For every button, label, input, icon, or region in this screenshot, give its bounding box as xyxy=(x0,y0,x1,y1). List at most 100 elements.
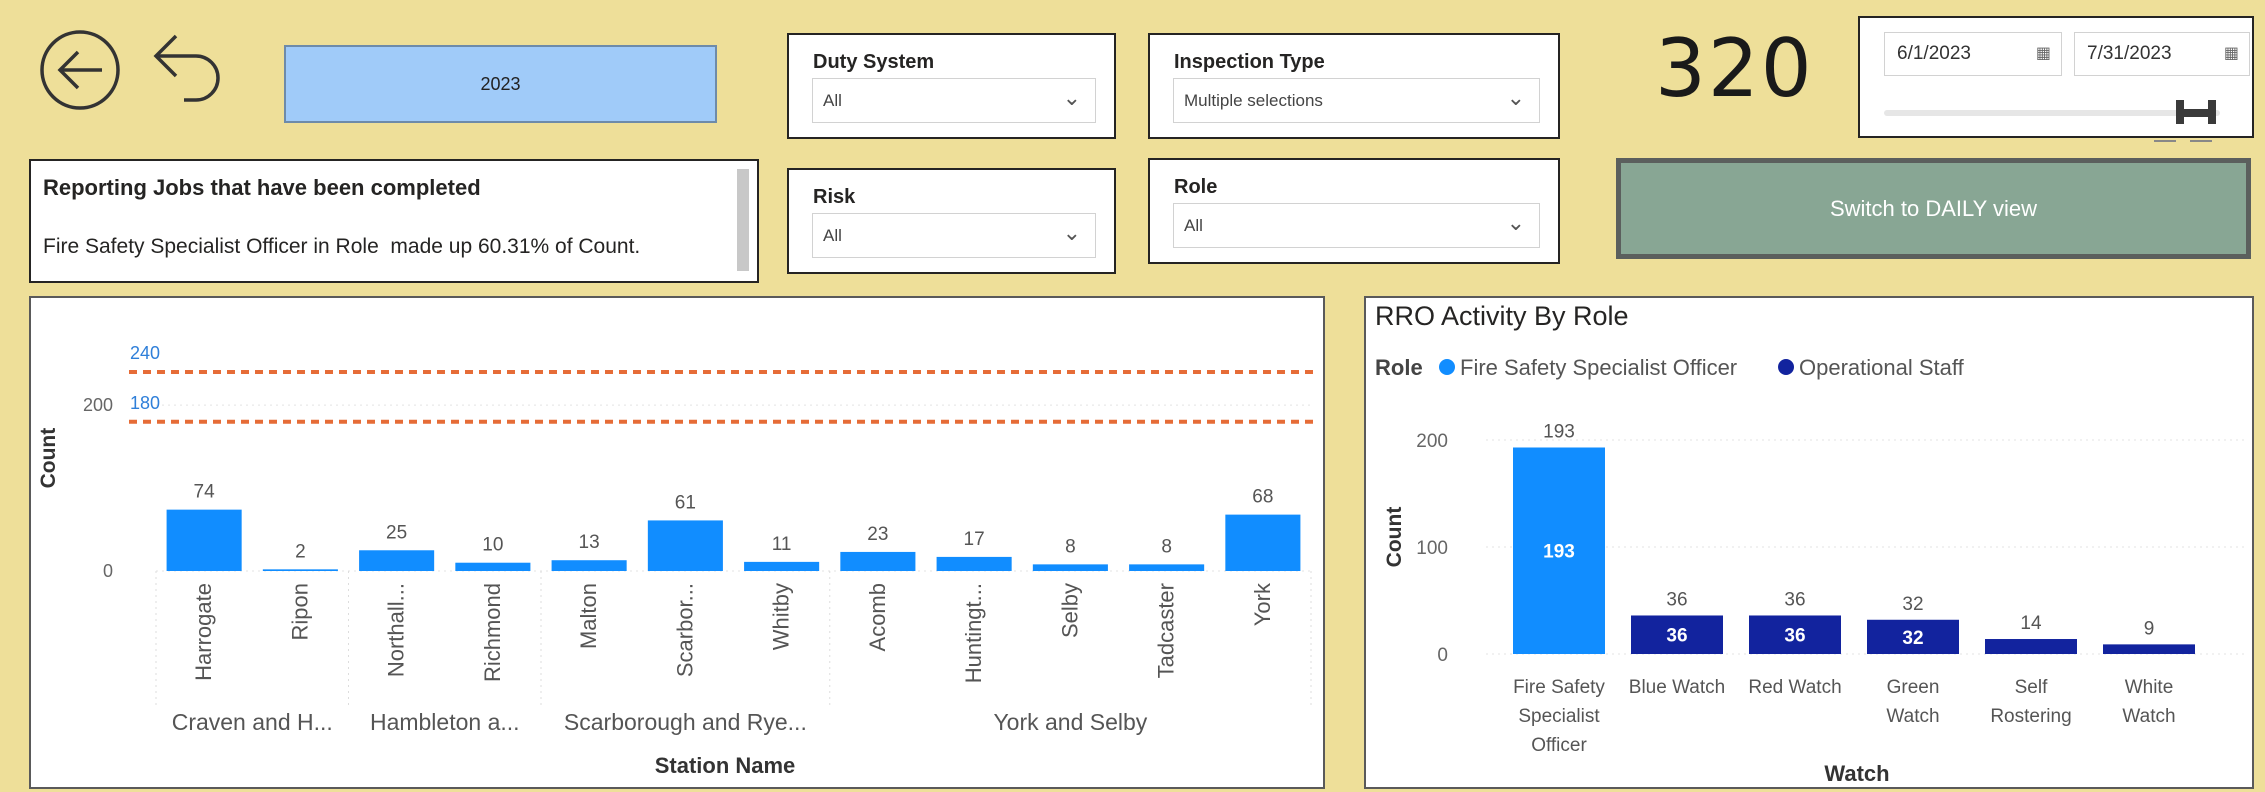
data-label: 23 xyxy=(867,524,888,545)
bar xyxy=(1225,514,1301,571)
duty-system-title: Duty System xyxy=(813,51,935,73)
data-label: 8 xyxy=(1065,536,1076,557)
x-tick-label: Fire Safety xyxy=(1513,677,1605,698)
x-axis-title: Watch xyxy=(1824,761,1889,786)
legend-marker xyxy=(1778,359,1794,375)
inspection-type-title: Inspection Type xyxy=(1174,51,1325,73)
station-bar-chart: 0 200 Count 240 180 74 Harrogate 2 Ripon 25 Northa… xyxy=(37,343,1319,778)
chevron-down-icon: ⌄ xyxy=(1062,220,1081,245)
textbox-title: Reporting Jobs that have been completed xyxy=(43,175,481,200)
focus-mode-icon[interactable] xyxy=(2154,140,2176,158)
x-tick-label: Huntingt... xyxy=(961,583,986,683)
bar xyxy=(166,509,242,571)
x-tick-label: Self xyxy=(2015,677,2048,698)
data-label: 68 xyxy=(1252,487,1273,508)
data-label: 10 xyxy=(482,535,503,556)
data-label: 36 xyxy=(1784,589,1805,610)
data-label: 2 xyxy=(295,541,306,562)
y-tick-label: 200 xyxy=(83,395,113,415)
data-label: 17 xyxy=(964,529,985,550)
x-tick-label: Richmond xyxy=(480,583,505,682)
x-tick-label: Malton xyxy=(576,583,601,649)
x-tick-label: Whitby xyxy=(769,583,794,650)
y-axis-title: Count xyxy=(37,428,60,489)
date-range-slicer: 6/1/2023 ▦ 7/31/2023 ▦ xyxy=(1858,16,2254,138)
x-tick-label: Green xyxy=(1887,677,1940,698)
y-tick-label: 0 xyxy=(1437,645,1448,666)
y-tick-label: 0 xyxy=(103,561,113,581)
inner-data-label: 32 xyxy=(1902,628,1923,649)
end-date-value: 7/31/2023 xyxy=(2087,43,2172,64)
x-tick-label: Northall... xyxy=(384,583,409,677)
data-label: 32 xyxy=(1902,594,1923,615)
bar xyxy=(551,560,627,571)
data-label: 14 xyxy=(2020,613,2042,634)
role-value: All xyxy=(1184,215,1203,235)
rro-activity-panel: RRO Activity By Role Role Fire Safety Spec… xyxy=(1364,296,2254,789)
inspection-type-value: Multiple selections xyxy=(1184,90,1323,110)
data-label: 9 xyxy=(2144,618,2155,639)
chart-title: RRO Activity By Role xyxy=(1375,301,1629,331)
x-tick-label: Red Watch xyxy=(1748,677,1841,698)
legend-label: Operational Staff xyxy=(1799,355,1965,380)
chevron-down-icon: ⌄ xyxy=(1506,85,1525,110)
start-date-field[interactable]: 6/1/2023 ▦ xyxy=(1884,32,2062,76)
x-tick-label: Acomb xyxy=(865,583,890,651)
more-options-icon[interactable] xyxy=(2190,140,2212,158)
scrollbar[interactable] xyxy=(737,169,749,271)
bar xyxy=(1985,639,2077,654)
back-arrow-circle-icon[interactable] xyxy=(38,28,122,112)
group-label: Craven and H... xyxy=(172,709,333,735)
data-label: 8 xyxy=(1161,536,1172,557)
legend-marker xyxy=(1439,359,1455,375)
x-tick-label: Selby xyxy=(1057,583,1082,638)
date-slider-handle-end[interactable] xyxy=(2208,100,2216,124)
risk-value: All xyxy=(823,225,842,245)
inner-data-label: 36 xyxy=(1784,626,1805,647)
year-button[interactable]: 2023 xyxy=(284,45,717,123)
reference-line-label: 240 xyxy=(130,343,160,363)
duty-system-dropdown[interactable]: All ⌄ xyxy=(812,78,1096,123)
bar xyxy=(455,562,531,571)
calendar-icon[interactable]: ▦ xyxy=(2224,43,2239,63)
textbox-body: Fire Safety Specialist Officer in Role m… xyxy=(43,235,641,258)
bar xyxy=(647,520,723,571)
risk-dropdown[interactable]: All ⌄ xyxy=(812,213,1096,258)
x-tick-label: Scarbor... xyxy=(672,583,697,677)
bar xyxy=(262,569,338,571)
bar xyxy=(2103,644,2195,654)
x-tick-label: Watch xyxy=(2122,706,2175,727)
end-date-field[interactable]: 7/31/2023 ▦ xyxy=(2074,32,2250,76)
undo-arrow-icon[interactable] xyxy=(148,28,228,112)
duty-system-slicer: Duty System All ⌄ xyxy=(787,33,1116,139)
x-tick-label: Tadcaster xyxy=(1154,583,1179,678)
completed-jobs-textbox: Reporting Jobs that have been completed … xyxy=(29,159,759,283)
bar xyxy=(936,556,1012,571)
data-label: 36 xyxy=(1666,589,1687,610)
inspection-type-dropdown[interactable]: Multiple selections ⌄ xyxy=(1173,78,1540,123)
x-tick-label: Officer xyxy=(1531,735,1587,756)
x-tick-label: Watch xyxy=(1886,706,1939,727)
x-tick-label: White xyxy=(2125,677,2174,698)
inner-data-label: 36 xyxy=(1666,626,1687,647)
data-label: 25 xyxy=(386,522,407,543)
station-chart-panel: 0 200 Count 240 180 74 Harrogate 2 Ripon 25 Northa… xyxy=(29,296,1325,789)
risk-title: Risk xyxy=(813,186,856,208)
rro-activity-chart: RRO Activity By Role Role Fire Safety Spec… xyxy=(1375,301,2246,786)
switch-to-daily-button[interactable]: Switch to DAILY view xyxy=(1616,158,2251,259)
kpi-count: 320 xyxy=(1655,22,1814,115)
x-axis-title: Station Name xyxy=(655,753,796,778)
date-slider-track[interactable] xyxy=(1884,110,2220,116)
x-tick-label: Rostering xyxy=(1990,706,2071,727)
role-dropdown[interactable]: All ⌄ xyxy=(1173,203,1540,248)
data-label: 74 xyxy=(194,482,216,503)
calendar-icon[interactable]: ▦ xyxy=(2036,43,2051,63)
duty-system-value: All xyxy=(823,90,842,110)
bar xyxy=(359,550,435,571)
data-label: 61 xyxy=(675,492,696,513)
group-label: Scarborough and Rye... xyxy=(564,709,807,735)
bar xyxy=(840,551,916,571)
x-tick-label: Ripon xyxy=(287,583,312,640)
data-label: 193 xyxy=(1543,421,1575,442)
bar xyxy=(1032,564,1108,571)
